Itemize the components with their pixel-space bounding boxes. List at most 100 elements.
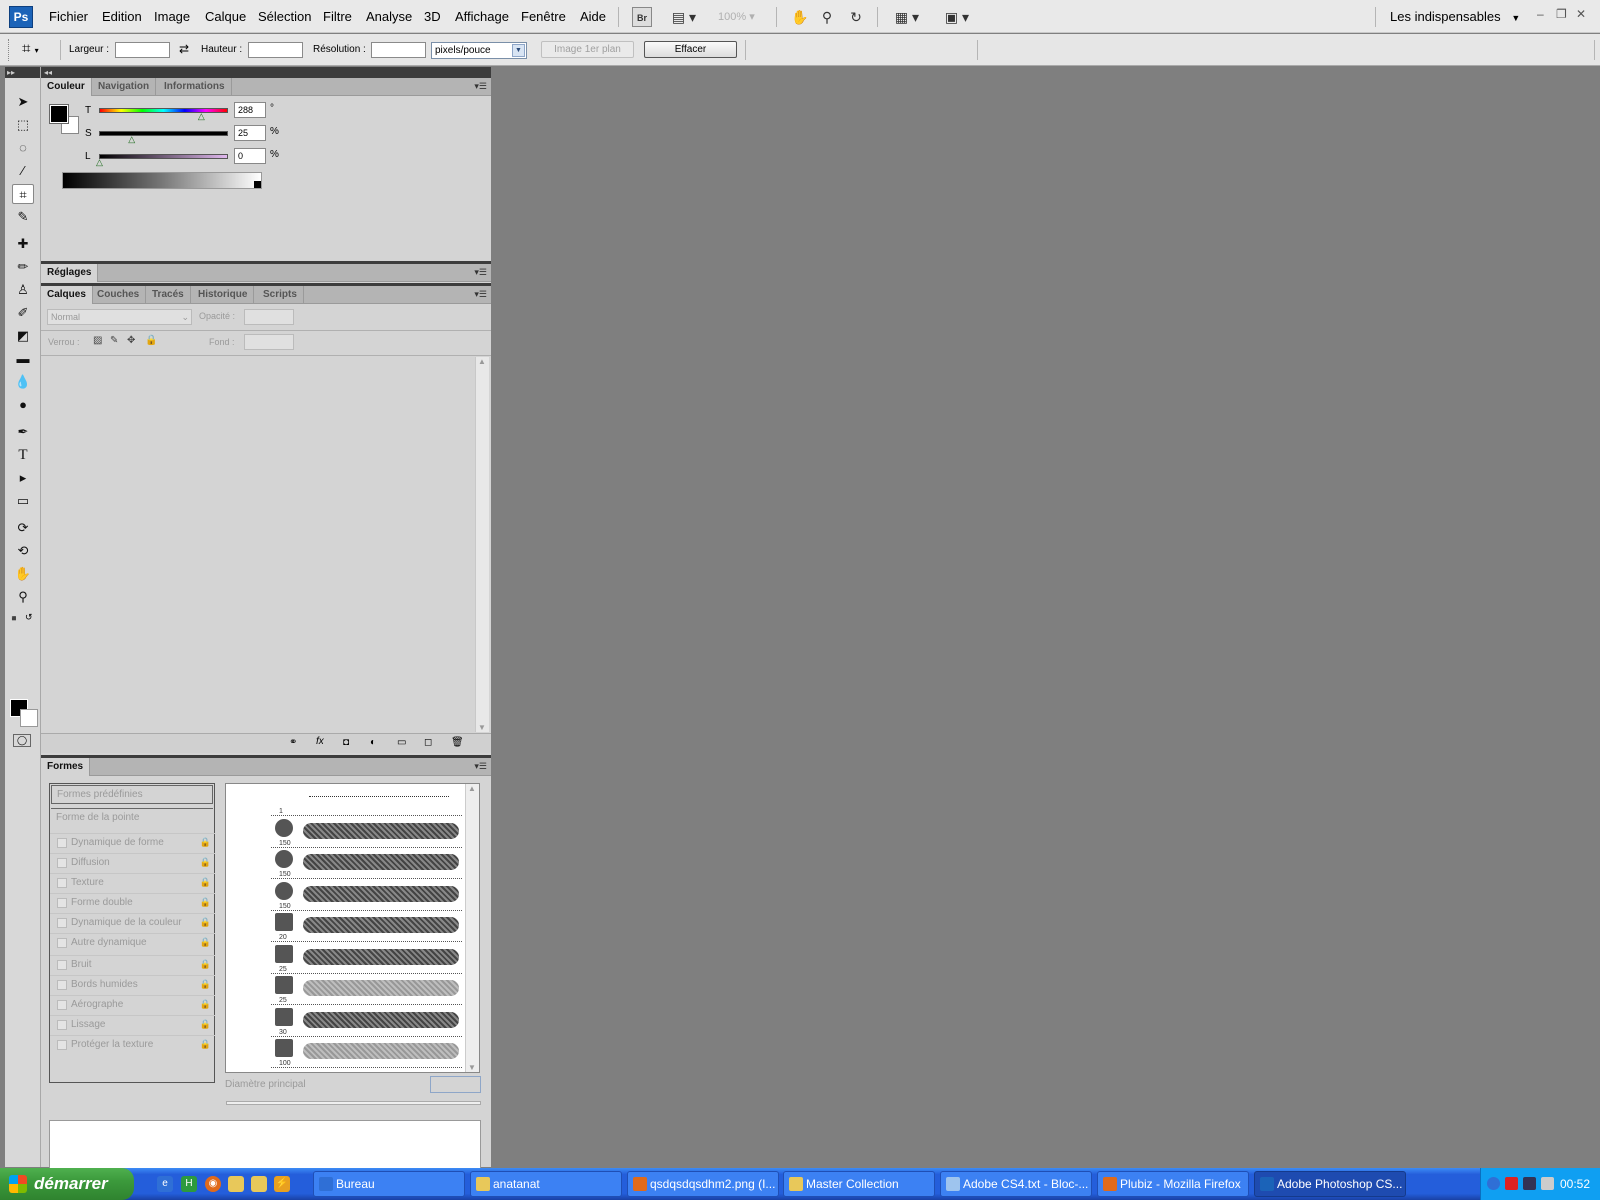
menu-filtre[interactable]: Filtre [323,9,352,24]
close-icon[interactable]: ✕ [1576,7,1586,21]
opacity-field[interactable] [244,309,294,325]
firefox-icon[interactable]: ◉ [205,1176,221,1192]
layers-scrollbar[interactable]: ▲ ▼ [475,357,489,732]
menu-aide[interactable]: Aide [580,9,606,24]
3d-orbit-tool-icon[interactable]: ⟲ [12,541,34,561]
menu-analyse[interactable]: Analyse [366,9,412,24]
bridge-icon[interactable]: Br [632,7,652,27]
brush-option-row[interactable]: Forme double 🔒 [50,893,215,912]
dodge-tool-icon[interactable]: ● [12,395,34,415]
history-brush-tool-icon[interactable]: ✐ [12,303,34,323]
brush-tip-shape-item[interactable]: Forme de la pointe [51,808,213,827]
lock-transparency-icon[interactable]: ▨ [93,335,102,346]
taskbar-window-button[interactable]: Adobe Photoshop CS... [1254,1171,1406,1197]
zoom-level[interactable]: 100% ▾ [718,10,755,23]
foreground-color-swatch[interactable] [49,104,69,124]
scroll-down-icon[interactable]: ▼ [468,1063,476,1072]
checkbox[interactable] [57,898,67,908]
screen-mode-icon[interactable]: ▣ ▾ [940,7,974,27]
shield-icon[interactable] [1523,1177,1536,1190]
tab-reglages[interactable]: Réglages [41,264,99,282]
clear-button[interactable]: Effacer [644,41,737,58]
taskbar-window-button[interactable]: Adobe CS4.txt - Bloc-... [940,1171,1092,1197]
lock-icon[interactable]: 🔒 [200,999,211,1010]
tray-arrow-icon[interactable] [1487,1177,1500,1190]
crop-tool-icon[interactable]: ⌗ ▾ [22,40,39,57]
antivirus-icon[interactable] [1505,1177,1518,1190]
brush-preset[interactable]: 150 [271,879,462,911]
brush-preset[interactable]: 1 [271,784,462,816]
menu-edition[interactable]: Edition [102,9,142,24]
panel-menu-icon[interactable]: ▾☰ [474,81,487,92]
brush-preset[interactable]: 100 [271,1036,462,1068]
panel-menu-icon[interactable]: ▾☰ [474,761,487,772]
scroll-up-icon[interactable]: ▲ [478,357,486,366]
brush-option-row[interactable]: Bords humides 🔒 [50,975,215,994]
new-layer-icon[interactable]: ◻ [424,737,432,748]
checkbox[interactable] [57,960,67,970]
lock-icon[interactable]: 🔒 [200,877,211,888]
tab-couches[interactable]: Couches [91,286,147,304]
fx-icon[interactable]: fx [316,736,324,747]
collapse-tools-icon[interactable]: ▸▸ [5,67,40,78]
adjustment-layer-icon[interactable]: ◐ [370,737,376,748]
lock-icon[interactable]: 🔒 [200,937,211,948]
checkbox[interactable] [57,1020,67,1030]
winamp-icon[interactable]: ⚡ [274,1176,290,1192]
checkbox[interactable] [57,838,67,848]
saturation-slider-thumb[interactable]: △ [128,134,135,145]
lightness-value-field[interactable]: 0 [234,148,266,164]
lock-icon[interactable]: 🔒 [200,959,211,970]
brush-option-row[interactable]: Lissage 🔒 [50,1015,215,1034]
hand-tool-icon[interactable]: ✋ [12,564,34,584]
workspace-switcher[interactable]: Les indispensables ▼ [1390,9,1520,24]
checkbox[interactable] [57,918,67,928]
lasso-tool-icon[interactable]: ◌ [12,138,34,158]
menu-selection[interactable]: Sélection [258,9,311,24]
app-icon[interactable]: H [181,1176,197,1192]
lightness-slider[interactable] [99,154,228,159]
lock-pixels-icon[interactable]: ✎ [110,335,118,346]
rectangle-tool-icon[interactable]: ▭ [12,491,34,511]
view-extras-icon[interactable]: ▤ ▾ [667,7,701,27]
eraser-tool-icon[interactable]: ◩ [12,326,34,346]
folder-icon[interactable] [251,1176,267,1192]
start-button[interactable]: démarrer [0,1168,134,1200]
brush-option-row[interactable]: Dynamique de forme 🔒 [50,833,215,852]
brush-option-row[interactable]: Bruit 🔒 [50,955,215,974]
resolution-field[interactable] [371,42,426,58]
volume-icon[interactable] [1541,1177,1554,1190]
menu-fichier[interactable]: Fichier [49,9,88,24]
swap-colors-icon[interactable]: ↺ [25,612,33,623]
brush-option-row[interactable]: Texture 🔒 [50,873,215,892]
menu-image[interactable]: Image [154,9,190,24]
panel-menu-icon[interactable]: ▾☰ [474,289,487,300]
taskbar-window-button[interactable]: Plubiz - Mozilla Firefox [1097,1171,1249,1197]
lock-position-icon[interactable]: ✥ [127,335,135,346]
saturation-slider[interactable] [99,131,228,136]
taskbar-window-button[interactable]: qsdqsdqsdhm2.png (I... [627,1171,779,1197]
brush-preset[interactable]: 150 [271,816,462,848]
width-field[interactable] [115,42,170,58]
menu-3d[interactable]: 3D [424,9,441,24]
menu-affichage[interactable]: Affichage [455,9,509,24]
lightness-slider-thumb[interactable]: △ [96,157,103,168]
hue-slider-thumb[interactable]: △ [198,111,205,122]
menu-calque[interactable]: Calque [205,9,246,24]
tab-traces[interactable]: Tracés [146,286,191,304]
layers-list[interactable] [43,357,475,732]
default-colors-icon[interactable]: ◾ [9,614,19,623]
clone-stamp-tool-icon[interactable]: ♙ [12,280,34,300]
crop-tool-icon[interactable]: ⌗ [12,184,34,204]
minimize-icon[interactable]: – [1537,7,1544,21]
diameter-slider[interactable] [226,1101,481,1105]
marquee-tool-icon[interactable]: ⬚ [12,115,34,135]
lock-icon[interactable]: 🔒 [200,837,211,848]
hue-slider[interactable] [99,108,228,113]
black-swatch[interactable] [254,181,261,188]
brush-preset[interactable]: 25 [271,973,462,1005]
menu-fenetre[interactable]: Fenêtre [521,9,566,24]
hand-icon[interactable]: ✋ [790,7,810,27]
path-selection-tool-icon[interactable]: ▸ [12,468,34,488]
tab-historique[interactable]: Historique [192,286,255,304]
